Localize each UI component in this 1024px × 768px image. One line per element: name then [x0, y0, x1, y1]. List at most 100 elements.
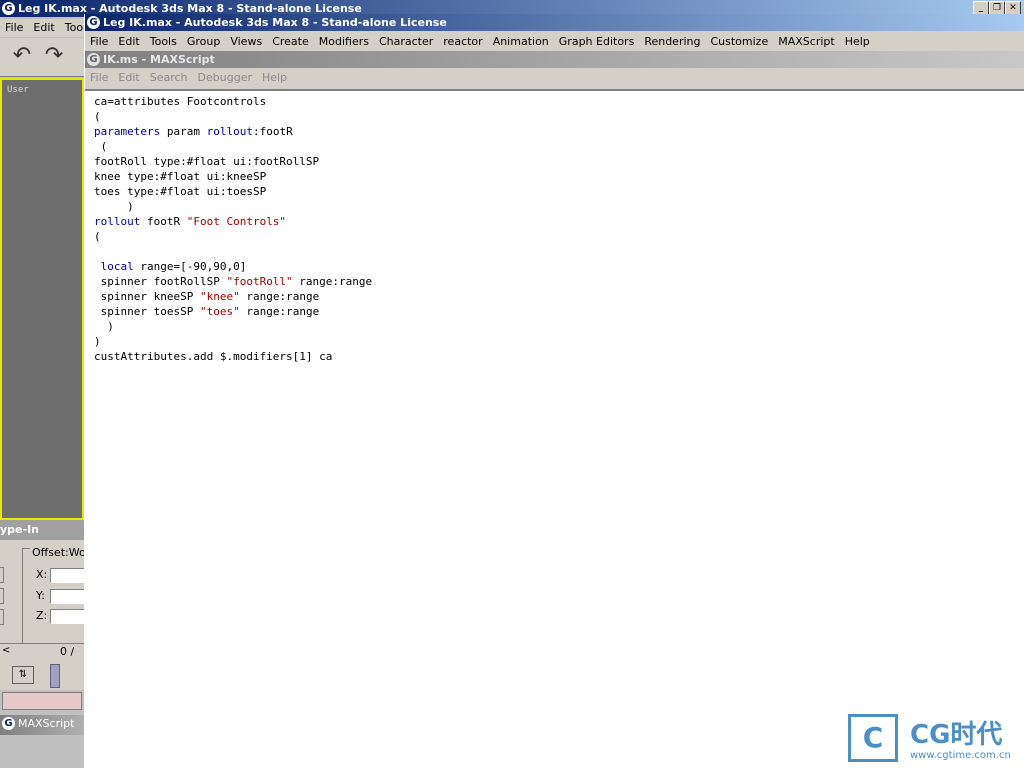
- y-label: Y:: [36, 589, 45, 602]
- redo-icon[interactable]: ↷: [40, 42, 68, 70]
- editor-outer-title-bar[interactable]: G Leg IK.max - Autodesk 3ds Max 8 - Stand…: [85, 14, 1024, 31]
- menu-animation[interactable]: Animation: [488, 35, 554, 48]
- maxscript-mini-listener-field[interactable]: [2, 692, 82, 710]
- menu-customize[interactable]: Customize: [705, 35, 773, 48]
- offset-group-title: Offset:Wo: [30, 546, 88, 559]
- script-menubar: File Edit Search Debugger Help: [85, 69, 1024, 87]
- code-text: spinner toesSP: [94, 305, 200, 318]
- main-menu-tools[interactable]: Too: [60, 21, 84, 34]
- menu-graph-editors[interactable]: Graph Editors: [554, 35, 640, 48]
- code-text: ): [94, 200, 134, 213]
- code-text: ): [94, 335, 101, 348]
- code-line[interactable]: rollout footR "Foot Controls": [94, 214, 1024, 229]
- editor-outer-title-text: Leg IK.max - Autodesk 3ds Max 8 - Stand-…: [103, 16, 447, 29]
- track-bar-tools: ⇅: [0, 660, 84, 690]
- transform-typein-panel: ype-In Offset:Wo X: Y: Z:: [0, 520, 94, 660]
- menu-character[interactable]: Character: [374, 35, 438, 48]
- code-text: footR: [140, 215, 187, 228]
- undo-icon[interactable]: ↶: [8, 42, 36, 70]
- code-line[interactable]: parameters param rollout:footR: [94, 124, 1024, 139]
- main-menu-file[interactable]: File: [0, 21, 28, 34]
- script-menu-edit[interactable]: Edit: [113, 71, 144, 84]
- code-line[interactable]: ): [94, 334, 1024, 349]
- code-text: custAttributes.add $.modifiers[1] ca: [94, 350, 333, 363]
- track-bar-slider[interactable]: [50, 664, 60, 688]
- max-app-icon: G: [2, 2, 15, 15]
- menu-maxscript[interactable]: MAXScript: [773, 35, 839, 48]
- code-string: "footRoll": [226, 275, 293, 288]
- user-viewport[interactable]: User: [0, 78, 84, 520]
- maxscript-app-icon: G: [2, 717, 15, 730]
- menu-views[interactable]: Views: [225, 35, 267, 48]
- main-toolbar: ↶ ↷: [0, 38, 84, 77]
- menu-group[interactable]: Group: [182, 35, 226, 48]
- code-text: toes type:#float ui:toesSP: [94, 185, 267, 198]
- typein-left-button-3[interactable]: [0, 609, 4, 625]
- editor-main-menubar: File Edit Tools Group Views Create Modifiers Ch…: [85, 33, 1024, 51]
- curve-editor-icon[interactable]: ⇅: [12, 666, 34, 684]
- code-line[interactable]: spinner kneeSP "knee" range:range: [94, 289, 1024, 304]
- code-text: range=[-90,90,0]: [133, 260, 247, 273]
- restore-button[interactable]: ❐: [989, 1, 1005, 15]
- menu-create[interactable]: Create: [267, 35, 314, 48]
- code-line[interactable]: ca=attributes Footcontrols: [94, 94, 1024, 109]
- typein-left-button-1[interactable]: [0, 567, 4, 583]
- close-button[interactable]: ✕: [1005, 1, 1021, 15]
- code-line[interactable]: (: [94, 229, 1024, 244]
- menu-reactor[interactable]: reactor: [438, 35, 487, 48]
- code-text: range:range: [239, 290, 320, 303]
- maxscript-listener-title[interactable]: G MAXScript: [0, 715, 84, 735]
- typein-header: ype-In: [0, 520, 84, 540]
- script-menu-file[interactable]: File: [85, 71, 113, 84]
- code-line[interactable]: [94, 244, 1024, 259]
- main-menubar: File Edit Too: [0, 19, 84, 37]
- code-text: range:range: [239, 305, 320, 318]
- code-line[interactable]: toes type:#float ui:toesSP: [94, 184, 1024, 199]
- minimize-button[interactable]: _: [973, 1, 989, 15]
- script-title-bar[interactable]: G IK.ms - MAXScript: [85, 51, 1024, 68]
- code-line[interactable]: custAttributes.add $.modifiers[1] ca: [94, 349, 1024, 364]
- code-text: (: [94, 140, 108, 153]
- code-text: range:range: [292, 275, 373, 288]
- maxscript-editor-window: G Leg IK.max - Autodesk 3ds Max 8 - Stand…: [84, 14, 1024, 768]
- code-line[interactable]: footRoll type:#float ui:footRollSP: [94, 154, 1024, 169]
- code-text: spinner footRollSP: [94, 275, 227, 288]
- code-line[interactable]: ): [94, 199, 1024, 214]
- menu-file[interactable]: File: [85, 35, 113, 48]
- code-line[interactable]: spinner toesSP "toes" range:range: [94, 304, 1024, 319]
- code-keyword: rollout: [94, 215, 141, 228]
- menu-edit[interactable]: Edit: [113, 35, 144, 48]
- menu-modifiers[interactable]: Modifiers: [314, 35, 374, 48]
- code-line[interactable]: spinner footRollSP "footRoll" range:rang…: [94, 274, 1024, 289]
- code-line[interactable]: ): [94, 319, 1024, 334]
- watermark-url: www.cgtime.com.cn: [910, 750, 1011, 761]
- script-menu-search[interactable]: Search: [145, 71, 193, 84]
- cgtime-logo-icon: C: [848, 714, 898, 762]
- typein-left-button-2[interactable]: [0, 588, 4, 604]
- code-string: "knee": [199, 290, 240, 303]
- script-menu-debugger[interactable]: Debugger: [193, 71, 257, 84]
- code-text: (: [94, 110, 101, 123]
- code-text: spinner kneeSP: [94, 290, 200, 303]
- code-text: knee type:#float ui:kneeSP: [94, 170, 267, 183]
- code-line[interactable]: (: [94, 109, 1024, 124]
- code-text: ): [94, 320, 114, 333]
- main-menu-edit[interactable]: Edit: [28, 21, 59, 34]
- script-icon: G: [87, 53, 100, 66]
- code-line[interactable]: knee type:#float ui:kneeSP: [94, 169, 1024, 184]
- time-prev-arrow-icon[interactable]: <: [2, 645, 10, 656]
- menu-rendering[interactable]: Rendering: [639, 35, 705, 48]
- code-text: :footR: [252, 125, 293, 138]
- editor-app-icon: G: [87, 16, 100, 29]
- time-slider[interactable]: < 0 / 1: [0, 643, 84, 671]
- code-text: ca=attributes Footcontrols: [94, 95, 267, 108]
- code-line[interactable]: (: [94, 139, 1024, 154]
- script-menu-help[interactable]: Help: [257, 71, 292, 84]
- x-label: X:: [36, 568, 48, 581]
- menu-tools[interactable]: Tools: [145, 35, 182, 48]
- viewport-label[interactable]: User: [2, 80, 82, 95]
- code-line[interactable]: local range=[-90,90,0]: [94, 259, 1024, 274]
- script-code-editor[interactable]: ca=attributes Footcontrols(parameters pa…: [85, 89, 1024, 768]
- script-code[interactable]: ca=attributes Footcontrols(parameters pa…: [85, 91, 1024, 364]
- menu-help[interactable]: Help: [840, 35, 875, 48]
